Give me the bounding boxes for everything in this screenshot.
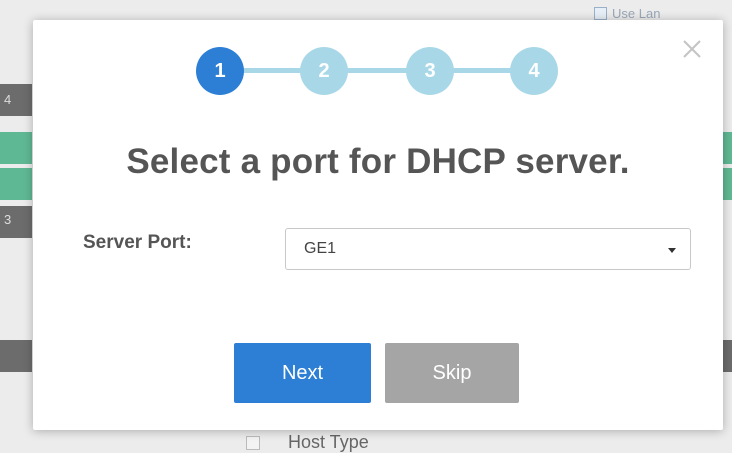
step-2: 2 [300,47,348,95]
background-row-strip [0,340,32,372]
step-connector [450,68,514,73]
close-icon [683,40,701,58]
background-row-strip [0,168,32,200]
background-row-number: 4 [4,92,12,107]
background-use-lan-label: Use Lan [612,6,661,21]
step-3: 3 [406,47,454,95]
wizard-stepper: 1 2 3 4 [196,47,558,95]
dhcp-wizard-dialog: 1 2 3 4 Select a port for DHCP server. S… [33,20,723,430]
server-port-select[interactable]: GE1 [285,228,691,270]
background-row-number: 3 [4,212,12,227]
step-number: 2 [318,59,330,82]
close-button[interactable] [677,34,707,64]
chevron-down-icon [668,248,676,253]
step-number: 3 [424,59,436,82]
background-row-strip [0,132,32,164]
dialog-title: Select a port for DHCP server. [126,142,630,181]
background-checkbox [246,436,260,450]
skip-button[interactable]: Skip [385,343,519,403]
step-connector [344,68,410,73]
step-connector [240,68,304,73]
checkbox-icon [594,7,607,20]
step-1: 1 [196,47,244,95]
step-number: 4 [528,59,540,82]
server-port-label: Server Port: [83,232,192,253]
next-button[interactable]: Next [234,343,371,403]
background-use-lan-option: Use Lan [594,6,660,21]
server-port-value: GE1 [304,240,337,257]
step-4: 4 [510,47,558,95]
step-number: 1 [214,59,226,82]
